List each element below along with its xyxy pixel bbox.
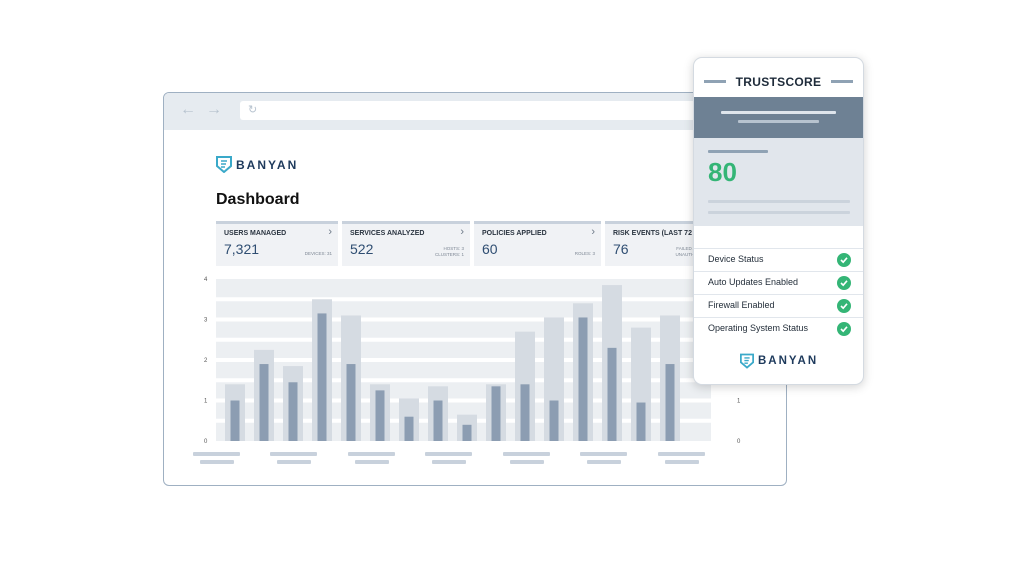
card-label: POLICIES APPLIED xyxy=(482,230,547,237)
status-item-auto-updates: Auto Updates Enabled xyxy=(694,271,863,295)
status-item-device-status: Device Status xyxy=(694,248,863,272)
y-tick-label: 2 xyxy=(204,358,208,364)
card-label: RISK EVENTS (LAST 72 H xyxy=(613,230,699,237)
chevron-right-icon[interactable]: › xyxy=(328,226,332,238)
title-dash xyxy=(831,80,853,83)
status-item-os-status: Operating System Status xyxy=(694,317,863,341)
x-label-bar xyxy=(355,460,389,464)
x-label-bar xyxy=(587,460,621,464)
bar-dark xyxy=(259,364,269,441)
bar-dark xyxy=(636,402,646,441)
brand-name: BANYAN xyxy=(758,355,819,367)
card-users-managed[interactable]: USERS MANAGED › 7,321 DEVICES: 31 xyxy=(216,221,338,266)
back-icon[interactable]: ← xyxy=(180,102,196,118)
bar-dark xyxy=(520,384,530,441)
bar-dark xyxy=(346,364,356,441)
x-label-bar xyxy=(580,452,627,456)
x-label-bar xyxy=(432,460,466,464)
placeholder-line xyxy=(708,150,768,153)
check-circle-icon xyxy=(837,322,851,336)
status-label: Firewall Enabled xyxy=(708,300,775,310)
trust-score-value: 80 xyxy=(708,157,737,187)
card-meta: ROLES: 3 xyxy=(574,251,595,256)
card-value: 522 xyxy=(350,241,374,257)
y-tick-label: 4 xyxy=(204,277,208,283)
x-label-bar xyxy=(503,452,550,456)
bar-dark xyxy=(404,416,414,441)
bar-dark xyxy=(433,400,443,441)
bar-dark xyxy=(578,317,588,441)
card-label: USERS MANAGED xyxy=(224,230,287,237)
trustscore-card: TRUSTSCORE 80 Device Status Auto Updates… xyxy=(693,57,864,385)
bar-dark xyxy=(230,400,240,441)
score-panel: 80 xyxy=(694,138,863,226)
banyan-shield-icon xyxy=(740,353,754,369)
card-services-analyzed[interactable]: SERVICES ANALYZED › 522 HOSTS: 3 CLUSTER… xyxy=(342,221,470,266)
card-meta: CLUSTERS: 1 xyxy=(434,252,464,257)
page-title: Dashboard xyxy=(216,191,300,208)
x-label-bar xyxy=(658,452,705,456)
placeholder-line xyxy=(738,120,819,123)
card-value: 76 xyxy=(613,241,629,257)
bar-dark xyxy=(607,347,617,441)
bar-dark xyxy=(549,400,559,441)
placeholder-line xyxy=(708,211,850,214)
x-label-bar xyxy=(277,460,311,464)
x-label-bar xyxy=(510,460,544,464)
check-circle-icon xyxy=(837,253,851,267)
x-label-bar xyxy=(193,452,240,456)
bar-dark xyxy=(462,424,472,441)
bar-chart: 01234012 xyxy=(204,277,741,445)
chevron-right-icon[interactable]: › xyxy=(591,226,595,238)
bar-dark xyxy=(288,382,298,441)
status-item-firewall: Firewall Enabled xyxy=(694,294,863,318)
check-circle-icon xyxy=(837,276,851,290)
card-value: 7,321 xyxy=(224,241,260,257)
address-bar[interactable]: ↻ xyxy=(240,101,700,120)
bar-dark xyxy=(375,390,385,441)
x-label-bar xyxy=(270,452,317,456)
x-label-bar xyxy=(425,452,472,456)
brand-name: BANYAN xyxy=(236,157,299,172)
card-meta: DEVICES: 31 xyxy=(304,251,332,256)
trustscore-header-band xyxy=(694,97,863,138)
status-label: Operating System Status xyxy=(708,323,809,333)
gridline xyxy=(216,297,711,302)
y-tick-label: 1 xyxy=(204,399,208,405)
card-risk-events[interactable]: RISK EVENTS (LAST 72 H 76 FAILED AUTH UN… xyxy=(605,221,705,266)
card-policies-applied[interactable]: POLICIES APPLIED › 60 ROLES: 3 xyxy=(474,221,601,266)
card-label: SERVICES ANALYZED xyxy=(350,230,425,237)
x-label-bar xyxy=(665,460,699,464)
y-tick-label: 0 xyxy=(204,439,208,445)
right-y-tick-label: 1 xyxy=(737,399,741,405)
x-label-bar xyxy=(348,452,395,456)
placeholder-line xyxy=(721,111,836,114)
forward-icon[interactable]: → xyxy=(206,102,222,118)
banyan-logo: BANYAN xyxy=(216,156,298,173)
status-label: Device Status xyxy=(708,254,764,264)
reload-icon[interactable]: ↻ xyxy=(248,103,257,116)
bar-dark xyxy=(665,364,675,441)
chevron-right-icon[interactable]: › xyxy=(460,226,464,238)
right-y-tick-label: 0 xyxy=(737,439,741,445)
card-value: 60 xyxy=(482,241,498,257)
gridline xyxy=(216,317,711,322)
banyan-shield-icon xyxy=(216,156,232,173)
bar-dark xyxy=(491,386,501,441)
check-circle-icon xyxy=(837,299,851,313)
banyan-footer-logo: BANYAN xyxy=(740,353,818,369)
bar-dark xyxy=(317,313,327,441)
placeholder-line xyxy=(708,200,850,203)
status-label: Auto Updates Enabled xyxy=(708,277,799,287)
y-tick-label: 3 xyxy=(204,318,208,324)
x-label-bar xyxy=(200,460,234,464)
